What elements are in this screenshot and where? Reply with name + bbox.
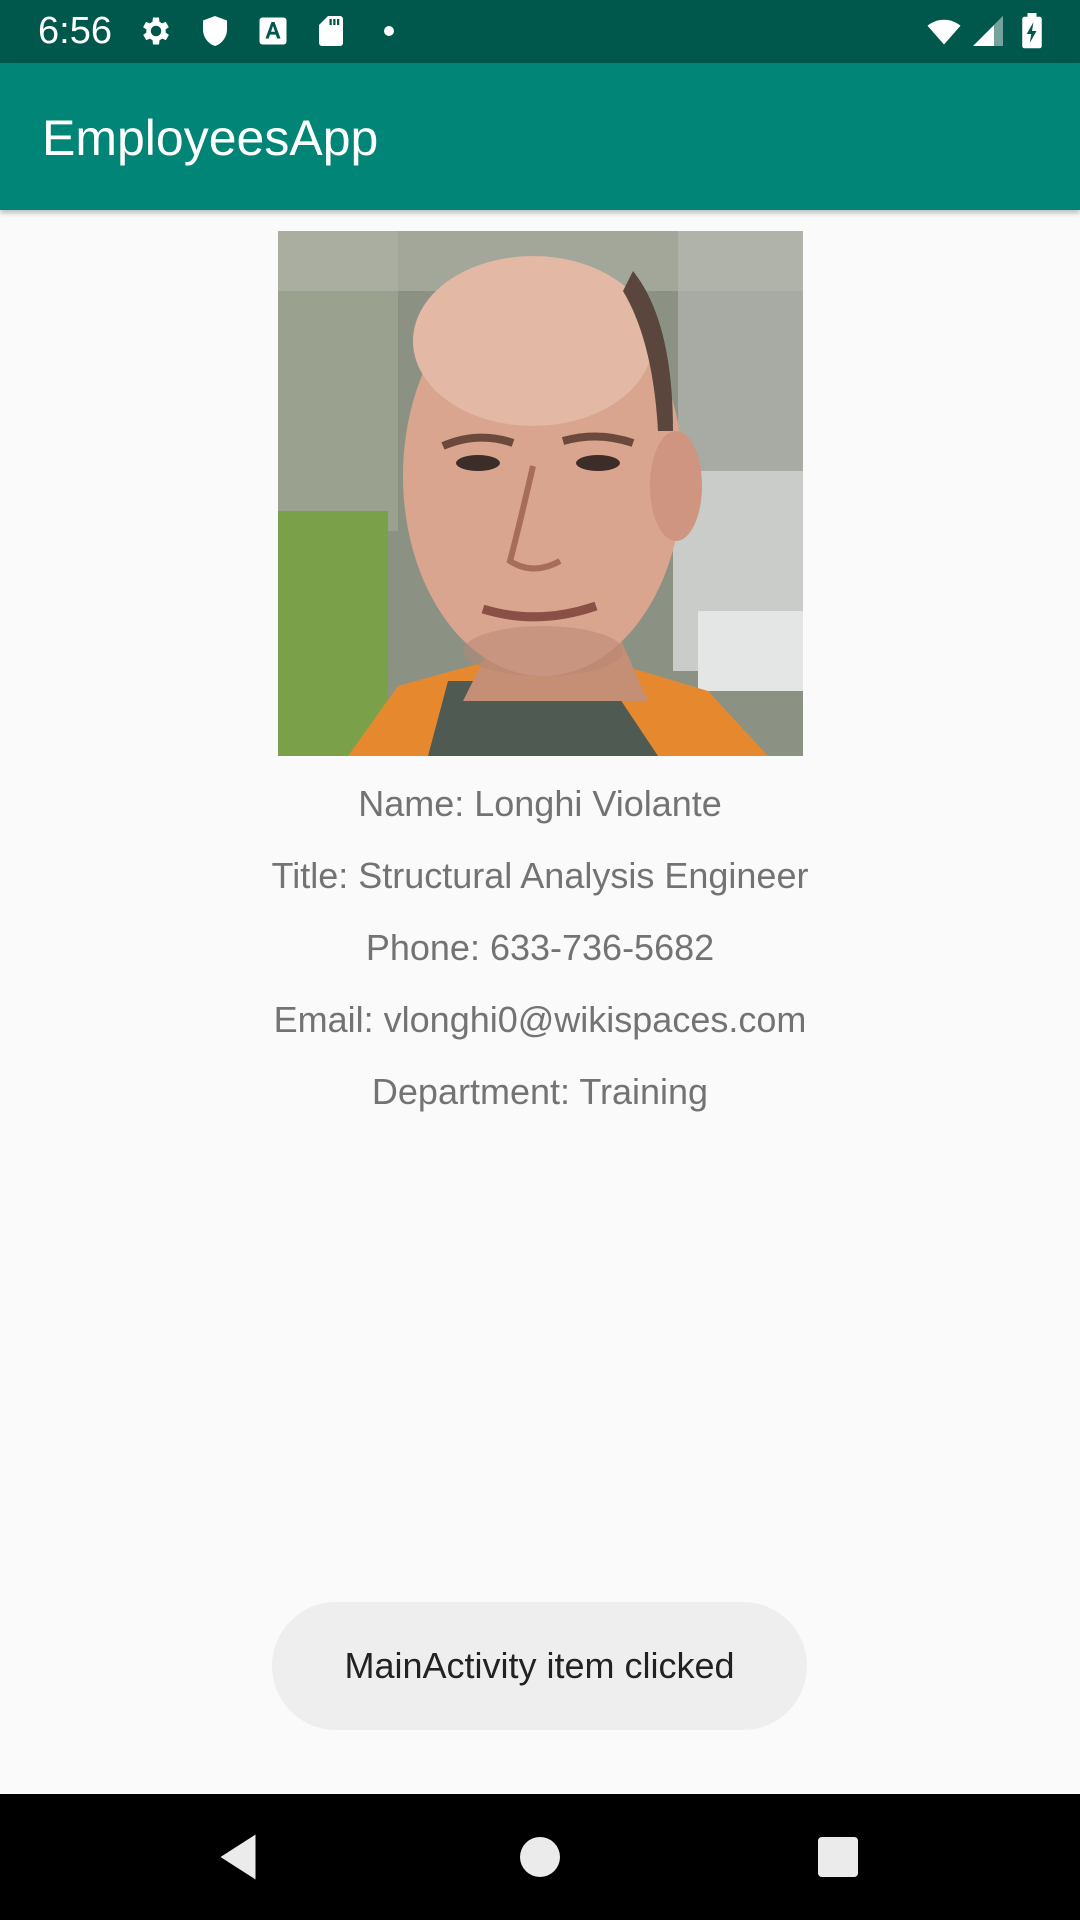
font-download-icon	[255, 13, 291, 49]
employee-email: Email: vlonghi0@wikispaces.com	[273, 999, 807, 1040]
app-title: EmployeesApp	[42, 110, 379, 166]
employee-department: Department: Training	[371, 1071, 709, 1112]
employee-phone: Phone: 633-736-5682	[365, 927, 715, 968]
home-icon[interactable]	[510, 1827, 570, 1887]
battery-charging-icon	[1018, 13, 1046, 49]
back-icon[interactable]	[208, 1827, 268, 1887]
shield-icon	[197, 13, 233, 49]
sd-card-icon	[313, 13, 349, 49]
status-time: 6:56	[38, 10, 112, 52]
wifi-icon	[922, 13, 966, 49]
employee-photo	[278, 231, 803, 756]
employee-name: Name: Longhi Violante	[358, 783, 722, 824]
employee-title: Title: Structural Analysis Engineer	[271, 855, 809, 896]
recents-icon[interactable]	[808, 1827, 868, 1887]
toast-message: MainActivity item clicked	[272, 1602, 807, 1730]
app-bar: EmployeesApp	[0, 63, 1080, 210]
notification-dot-icon	[378, 13, 400, 49]
status-bar: 6:56	[0, 0, 1080, 63]
navigation-bar	[0, 1794, 1080, 1920]
cell-signal-icon	[970, 13, 1006, 49]
gear-icon	[138, 13, 174, 49]
